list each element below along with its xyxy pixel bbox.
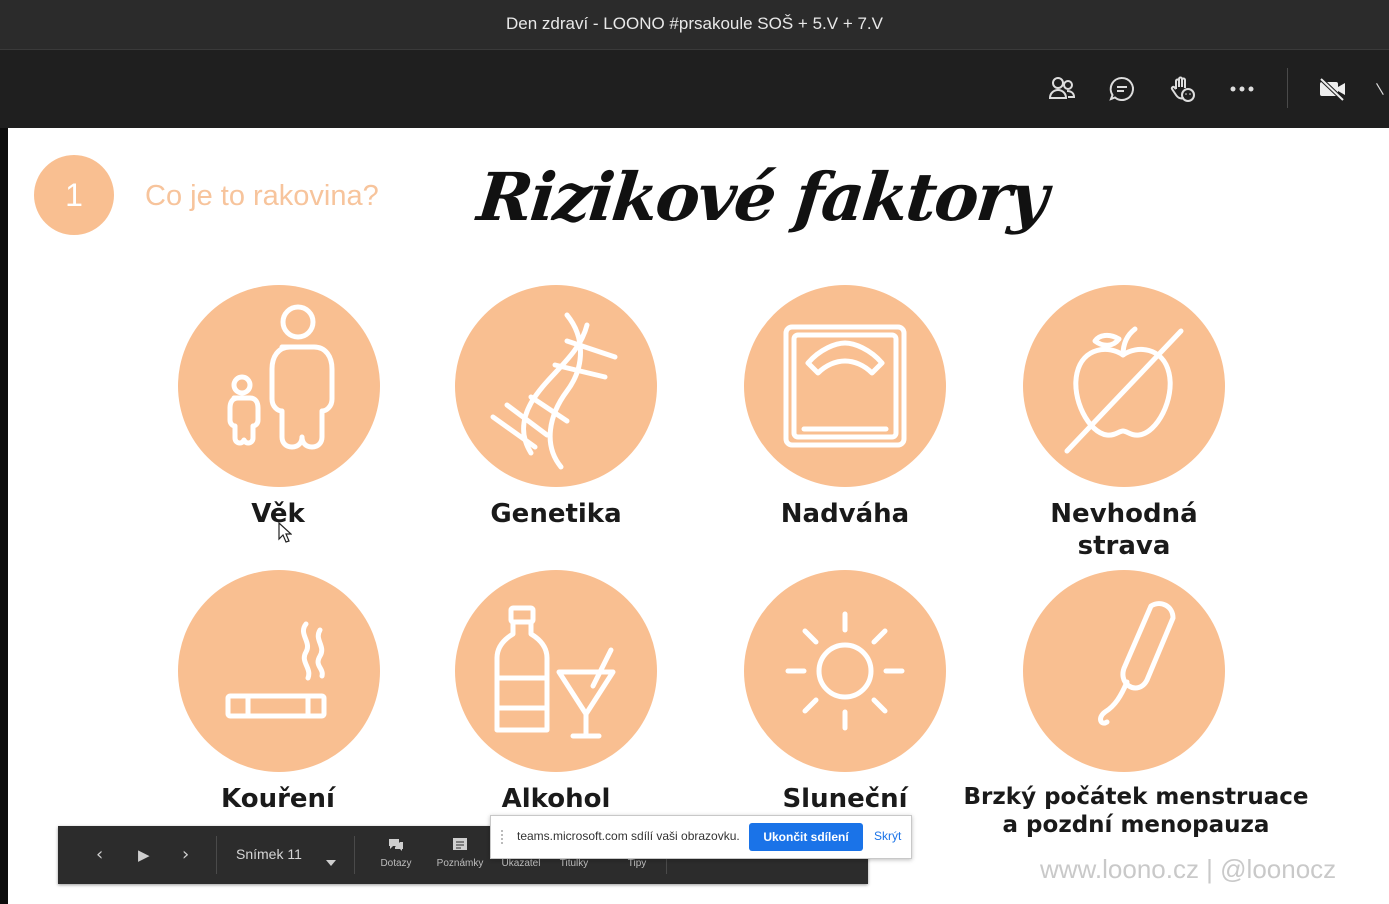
chevron-down-icon[interactable] [326,851,336,870]
questions-label: Dotazy [380,858,412,869]
cigarette-icon [178,570,380,772]
screen-share-banner: teams.microsoft.com sdílí vaši obrazovku… [490,815,912,859]
chat-icon[interactable] [1105,72,1139,106]
factor-label-bad-diet: Nevhodná strava [974,498,1274,562]
section-number-badge: 1 [34,155,114,235]
sun-icon [744,570,946,772]
factor-label-menstruation: Brzký počátek menstruace a pozdní menopa… [956,783,1316,839]
leave-icon[interactable] [1372,72,1389,106]
play-button[interactable]: ▶ [138,846,150,864]
slide-selector[interactable]: Snímek 11 [236,846,302,862]
people-icon[interactable] [1045,72,1079,106]
screen-edge [0,128,8,904]
questions-icon [389,839,403,851]
factor-label-sun: Sluneční [782,784,908,814]
stop-sharing-button[interactable]: Ukončit sdílení [749,823,863,851]
notes-tool[interactable]: Poznámky [428,838,492,869]
previous-slide-button[interactable]: ‹ [96,844,103,865]
window-title: Den zdraví - LOONO #prsakoule SOŠ + 5.V … [505,14,883,33]
shared-slide: 1 Co je to rakovina? Rizikové faktory Vě… [8,128,1389,904]
factor-label-menstruation-line2: a pozdní menopauza [1002,812,1270,838]
tips-label: Tipy [627,858,647,869]
crossed-apple-icon [1023,285,1225,487]
window-titlebar: Den zdraví - LOONO #prsakoule SOŠ + 5.V … [0,0,1389,50]
factor-label-bad-diet-line2: strava [1077,531,1171,561]
mouse-cursor-icon [278,521,293,548]
factor-label-overweight: Nadváha [780,499,910,529]
next-slide-button[interactable]: › [182,844,189,865]
slide-credit: www.loono.cz | @loonocz [1040,854,1337,884]
meeting-toolbar [0,50,1389,128]
factor-label-smoking: Kouření [221,784,335,814]
raise-hand-icon[interactable] [1165,72,1199,106]
notes-label: Poznámky [436,858,484,869]
more-options-icon[interactable] [1225,72,1259,106]
toolbar-divider [1287,68,1288,108]
scale-icon [744,285,946,487]
camera-off-icon[interactable] [1316,72,1350,106]
tampon-icon [1023,570,1225,772]
captions-label: Titulky [559,858,589,869]
alcohol-icon [455,570,657,772]
dna-icon [455,285,657,487]
factor-label-genetics: Genetika [490,499,622,529]
notes-icon [453,838,467,850]
factor-label-alcohol: Alkohol [501,784,611,814]
factor-label-bad-diet-line1: Nevhodná [1050,499,1198,529]
share-message: teams.microsoft.com sdílí vaši obrazovku… [517,829,740,843]
toolbar-divider [216,836,217,874]
age-icon [178,285,380,487]
factor-label-menstruation-line1: Brzký počátek menstruace [963,784,1309,810]
drag-handle[interactable] [501,830,509,844]
slide-heading: Rizikové faktory [473,158,1051,236]
toolbar-divider [354,836,355,874]
section-title: Co je to rakovina? [145,180,379,212]
questions-tool[interactable]: Dotazy [364,838,428,869]
hide-banner-link[interactable]: Skrýt [874,829,901,843]
